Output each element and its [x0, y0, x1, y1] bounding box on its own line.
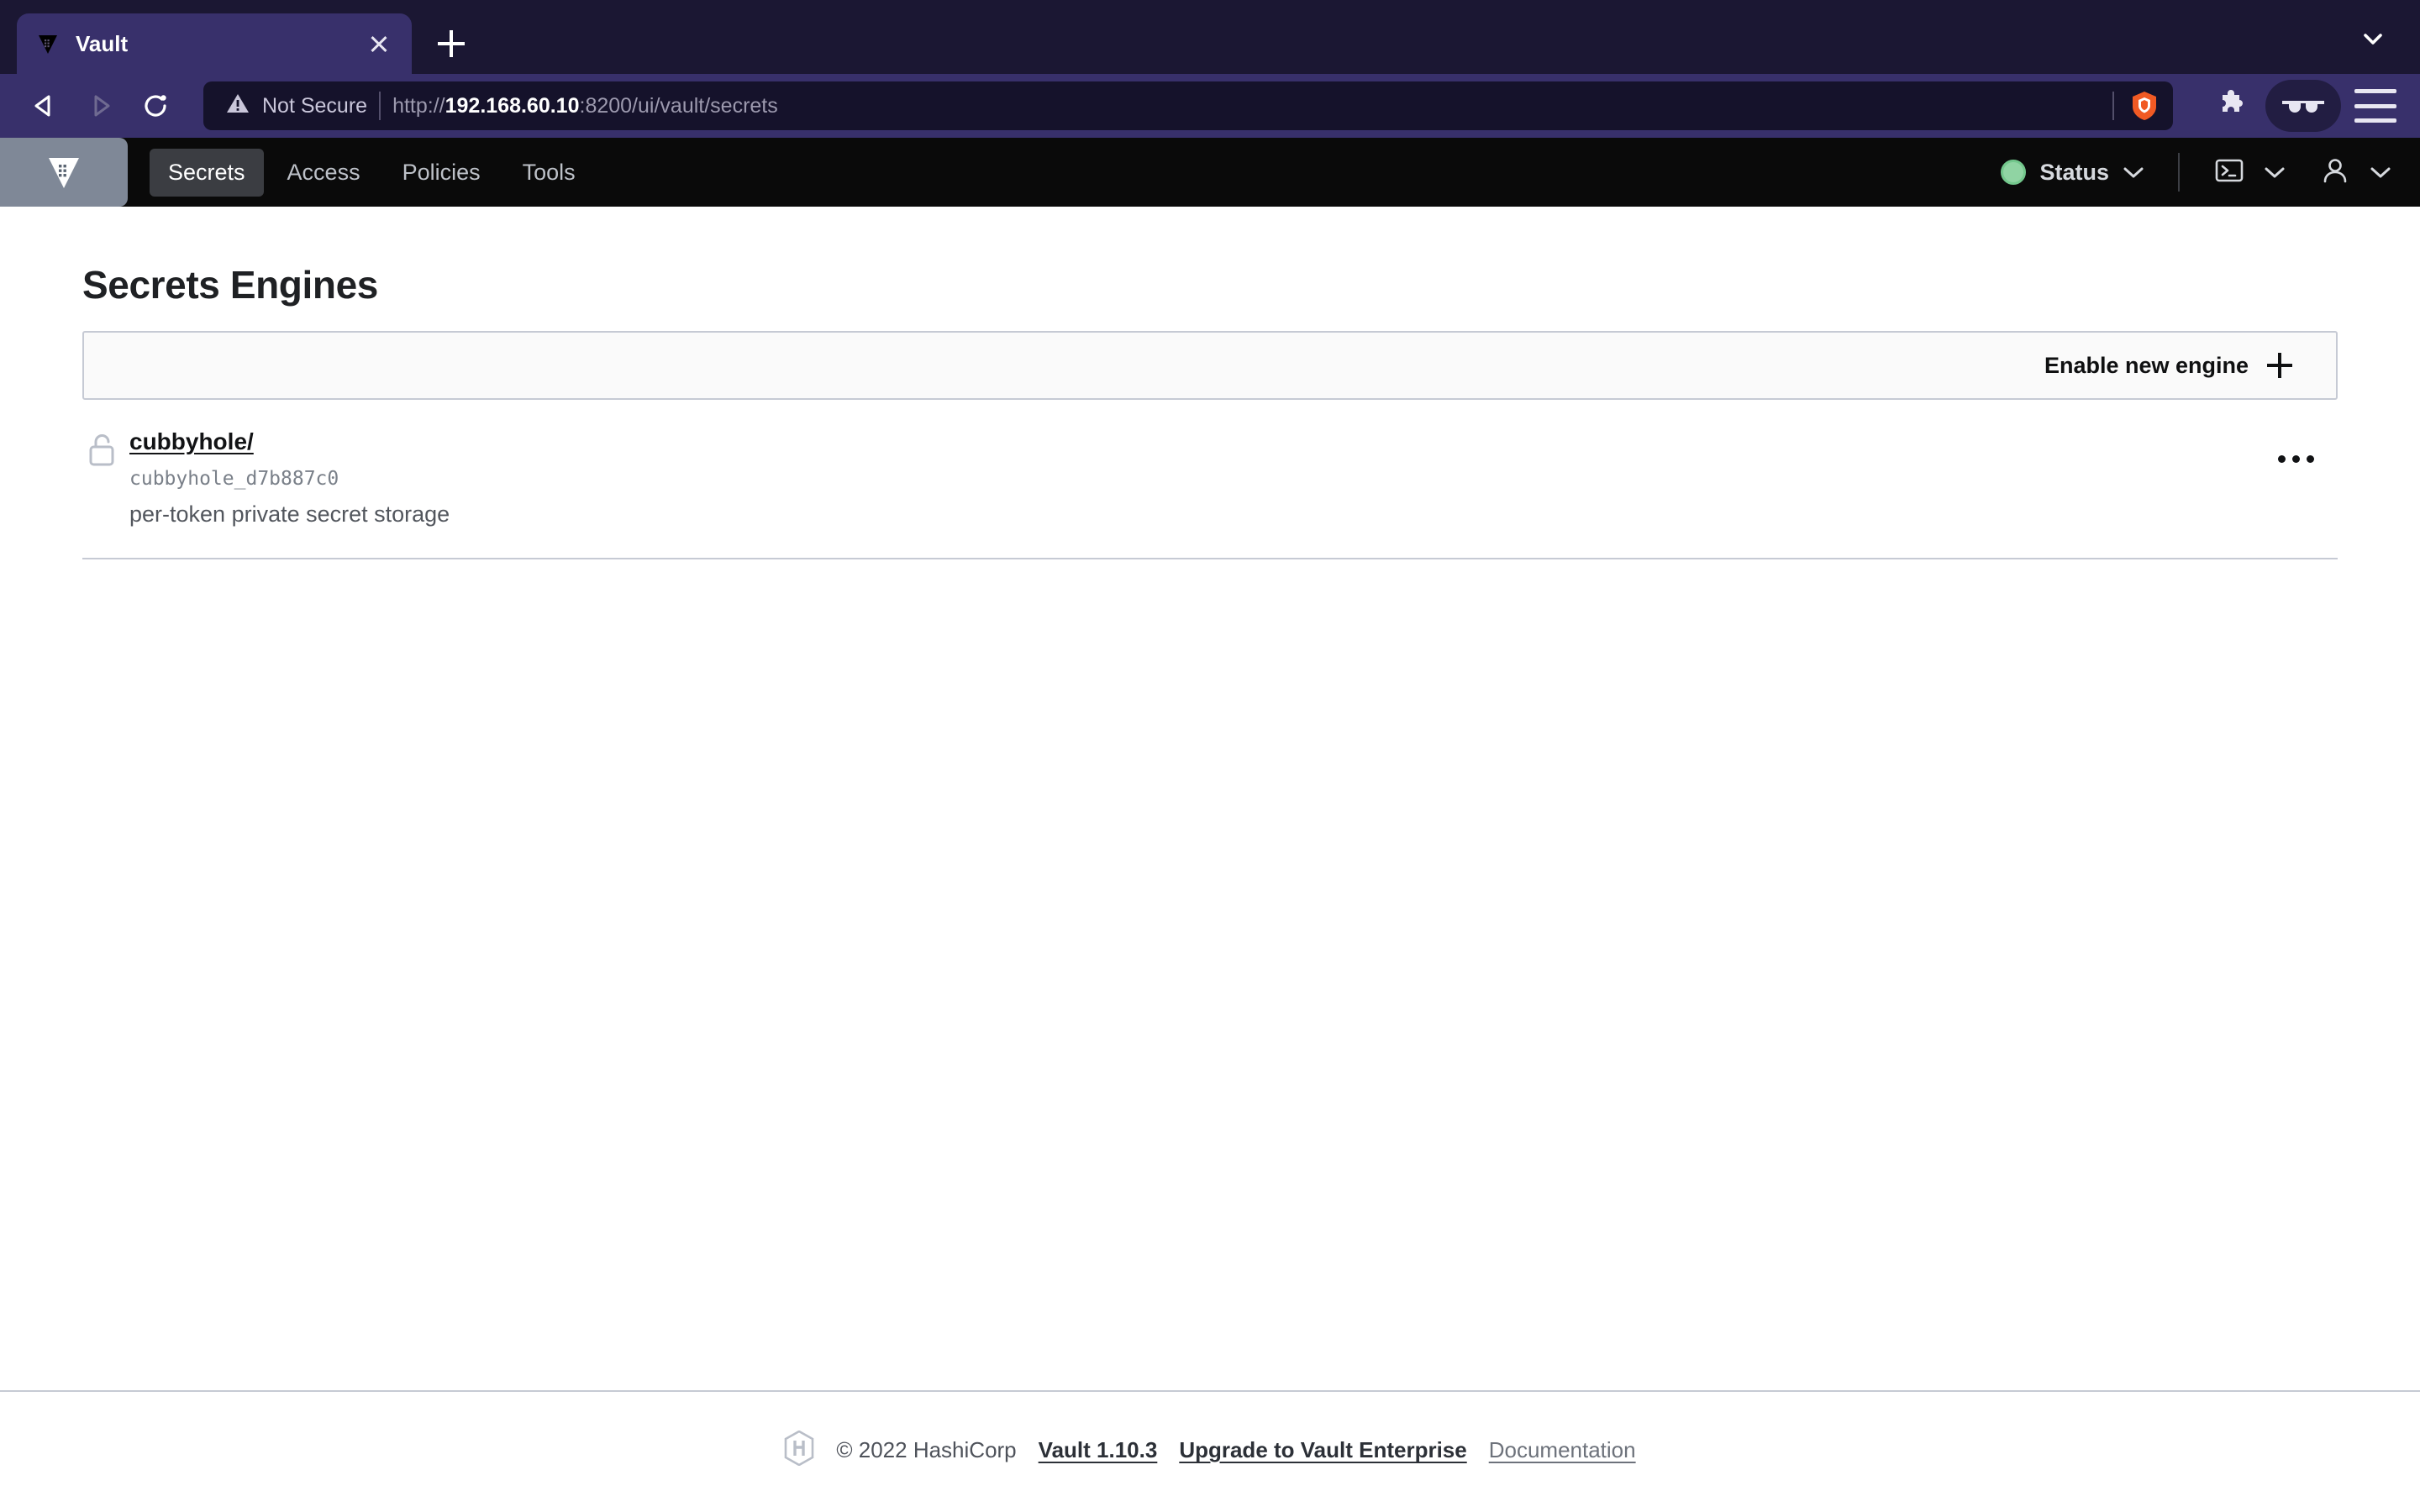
nav-item-policies[interactable]: Policies — [384, 149, 499, 197]
url-scheme: http:// — [392, 93, 445, 118]
toolbar-actions — [2205, 80, 2402, 132]
hamburger-menu-icon[interactable] — [2349, 80, 2402, 132]
vault-nav-right: Status — [2001, 153, 2420, 192]
status-label: Status — [2039, 159, 2109, 185]
user-account-icon — [2319, 155, 2351, 191]
browser-tab-vault[interactable]: Vault — [17, 13, 412, 74]
url-path: :8200/ui/vault/secrets — [579, 93, 778, 118]
footer-documentation-link[interactable]: Documentation — [1489, 1437, 1636, 1463]
footer-version-link[interactable]: Vault 1.10.3 — [1039, 1437, 1158, 1463]
page-title: Secrets Engines — [82, 263, 378, 307]
brave-glasses-icon[interactable] — [2265, 80, 2341, 132]
ellipsis-menu-icon[interactable] — [2270, 447, 2323, 471]
nav-divider — [2178, 153, 2180, 192]
secrets-engine-list: cubbyhole/ cubbyhole_d7b887c0 per-token … — [82, 400, 2338, 559]
plus-icon — [2267, 353, 2292, 378]
user-menu[interactable] — [2319, 155, 2391, 191]
footer-copyright: © 2022 HashiCorp — [836, 1437, 1017, 1462]
nav-item-secrets[interactable]: Secrets — [150, 148, 264, 197]
security-status[interactable]: Not Secure — [225, 91, 367, 122]
vault-logo-icon[interactable] — [0, 138, 128, 207]
vault-triangle-icon — [35, 31, 60, 56]
chevron-down-icon — [2370, 165, 2391, 179]
page-viewport: Secrets Access Policies Tools Status Sec… — [0, 138, 2420, 1512]
enable-new-engine-button[interactable]: Enable new engine — [2044, 353, 2292, 379]
chevron-down-icon — [2264, 165, 2286, 179]
engine-description: per-token private secret storage — [129, 501, 450, 527]
omnibox-divider — [379, 92, 381, 120]
address-bar[interactable]: Not Secure http://192.168.60.10:8200/ui/… — [203, 81, 2173, 130]
enable-new-engine-label: Enable new engine — [2044, 352, 2249, 378]
engine-details: cubbyhole/ cubbyhole_d7b887c0 per-token … — [129, 428, 2338, 528]
vault-nav-links: Secrets Access Policies Tools — [150, 148, 594, 197]
secrets-engines-page: Secrets Engines Enable new engine cubbyh… — [0, 207, 2420, 1390]
engine-accessor: cubbyhole_d7b887c0 — [129, 468, 339, 490]
url-host: 192.168.60.10 — [445, 93, 580, 118]
brave-shield-icon[interactable] — [2128, 89, 2161, 123]
status-menu[interactable]: Status — [2001, 160, 2144, 186]
unlocked-padlock-icon — [86, 428, 129, 473]
chevron-down-icon — [2123, 165, 2144, 179]
browser-toolbar: Not Secure http://192.168.60.10:8200/ui/… — [0, 74, 2420, 138]
nav-item-access[interactable]: Access — [269, 149, 379, 197]
forward-arrow-icon — [74, 80, 126, 132]
status-indicator-dot — [2001, 160, 2027, 185]
table-row: cubbyhole/ cubbyhole_d7b887c0 per-token … — [82, 400, 2338, 559]
page-footer: © 2022 HashiCorp Vault 1.10.3 Upgrade to… — [0, 1390, 2420, 1512]
chevron-down-icon[interactable] — [2356, 22, 2390, 55]
omnibox-divider-2 — [2112, 92, 2114, 120]
console-menu[interactable] — [2213, 155, 2286, 191]
vault-navbar: Secrets Access Policies Tools Status — [0, 138, 2420, 207]
back-arrow-icon[interactable] — [18, 80, 71, 132]
hashicorp-logo-icon — [784, 1430, 814, 1470]
url-text: http://192.168.60.10:8200/ui/vault/secre… — [392, 94, 778, 118]
page-toolbar: Enable new engine — [82, 331, 2338, 400]
close-icon[interactable] — [365, 29, 393, 58]
tab-title: Vault — [76, 30, 129, 56]
new-tab-button[interactable] — [424, 16, 479, 71]
puzzle-piece-icon[interactable] — [2205, 80, 2257, 132]
nav-item-tools[interactable]: Tools — [504, 149, 594, 197]
browser-window: Vault Not Secure http://192.168.60.10:82… — [0, 0, 2420, 1512]
reload-icon[interactable] — [129, 80, 182, 132]
tab-strip: Vault — [0, 0, 2420, 74]
terminal-console-icon — [2213, 155, 2245, 191]
footer-upgrade-link[interactable]: Upgrade to Vault Enterprise — [1179, 1437, 1466, 1463]
warning-triangle-icon — [225, 91, 250, 122]
security-label: Not Secure — [262, 93, 368, 118]
engine-path-link[interactable]: cubbyhole/ — [129, 428, 254, 455]
omnibox-actions — [2112, 89, 2161, 123]
